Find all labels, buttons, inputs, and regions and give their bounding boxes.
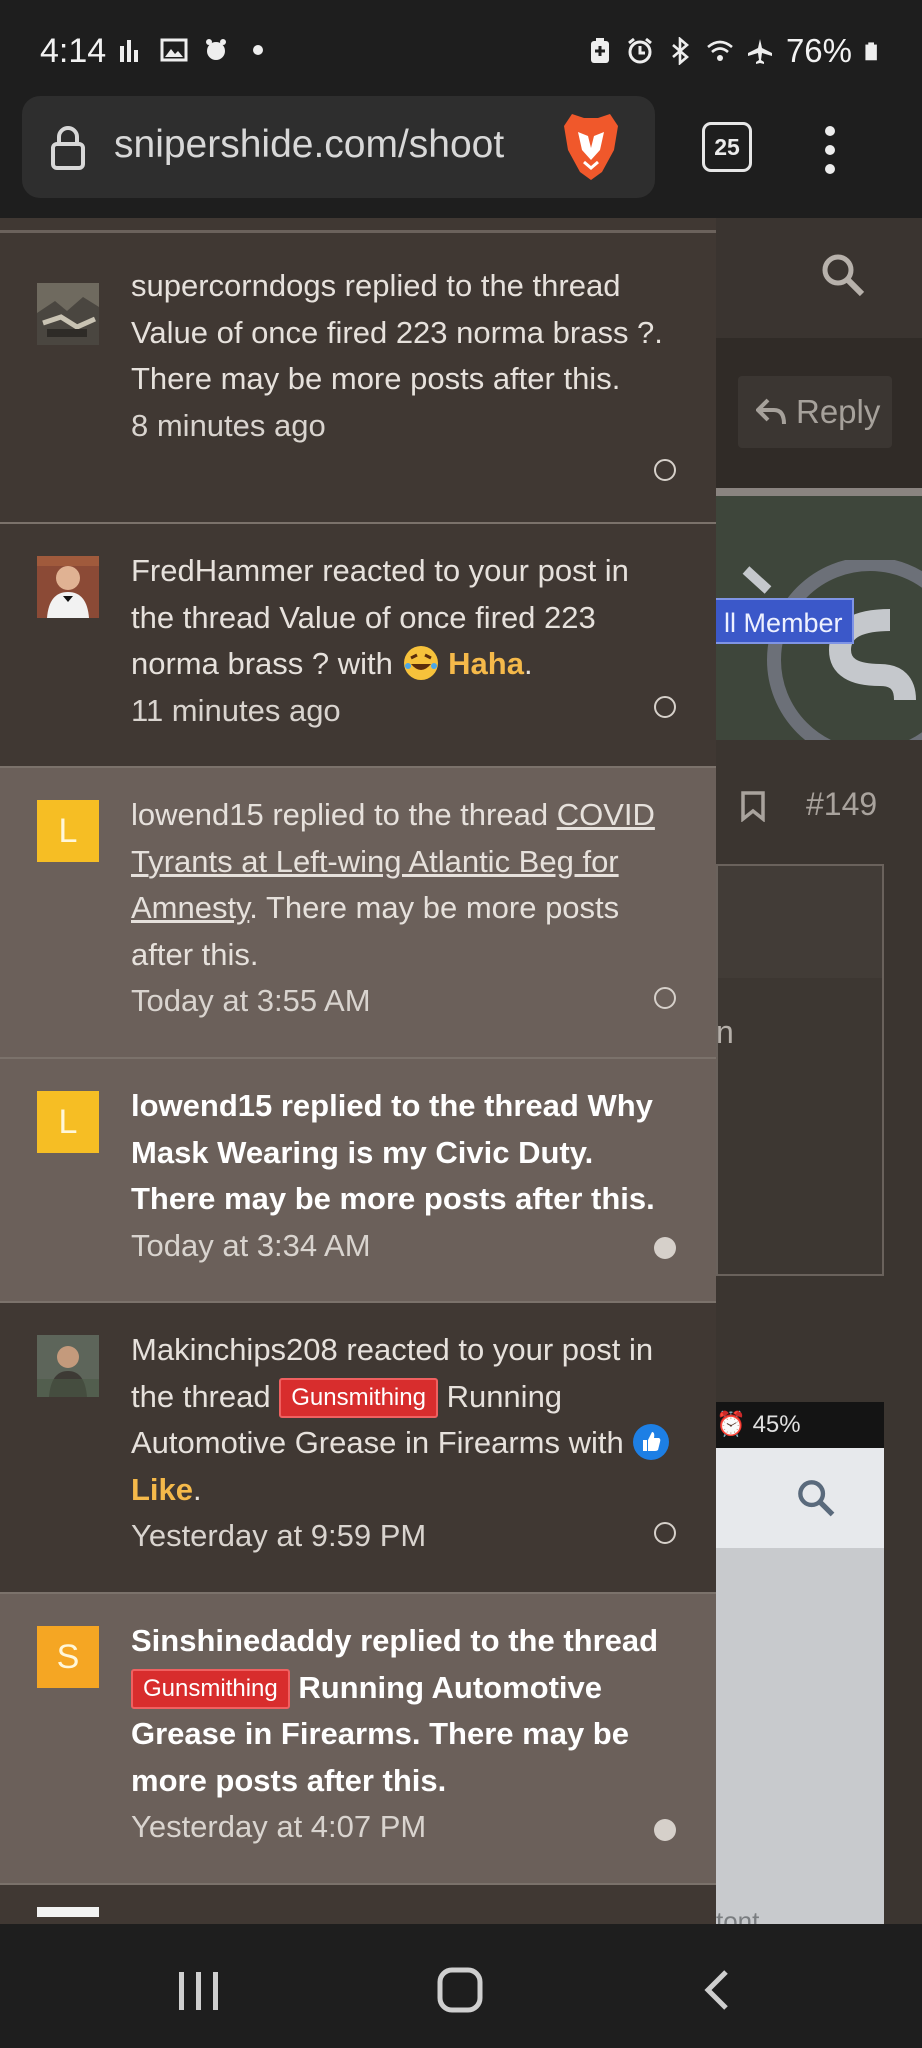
app-icon xyxy=(206,39,226,60)
bookmark-icon[interactable] xyxy=(740,790,766,822)
thumbs-up-icon xyxy=(633,1424,670,1460)
mark-read-toggle[interactable] xyxy=(654,696,676,718)
lock-icon[interactable] xyxy=(50,124,86,170)
screen: { "status_bar": { "time": "4:14", "batte… xyxy=(0,0,922,2048)
wifi-icon xyxy=(707,40,733,61)
airplane-icon xyxy=(747,39,772,64)
notification-item[interactable]: FredHammer reacted to your post in the t… xyxy=(0,524,716,768)
notification-message: Sinshinedaddy replied to the thread xyxy=(131,1623,659,1658)
bluetooth-icon xyxy=(672,37,689,65)
notification-text[interactable]: lowend15 replied to the thread Why Mask … xyxy=(131,1083,676,1269)
notification-time: Today at 3:34 AM xyxy=(131,1227,371,1263)
home-icon[interactable] xyxy=(436,1966,484,2014)
notification-time: 11 minutes ago xyxy=(131,692,341,728)
brave-lion-icon[interactable] xyxy=(562,110,620,182)
reaction-label: Like xyxy=(131,1471,194,1507)
notification-text[interactable]: Sinshinedaddy replied to the thread Guns… xyxy=(131,1618,676,1851)
alerts-panel: supercorndogs replied to the thread Valu… xyxy=(0,218,716,1924)
notification-text[interactable]: Makinchips208 reacted to your post in th… xyxy=(131,1327,676,1560)
notification-time: Yesterday at 4:07 PM xyxy=(131,1809,427,1844)
mark-read-toggle[interactable] xyxy=(654,987,676,1009)
notification-item[interactable]: S Sinshinedaddy replied to the thread Gu… xyxy=(0,1594,716,1885)
battery-saver-icon xyxy=(590,38,609,63)
partial-avatar xyxy=(37,1907,99,1917)
address-bar[interactable]: snipershide.com/shoot xyxy=(22,96,655,198)
alarm-icon xyxy=(628,37,652,64)
notification-message: FredHammer reacted to your post in the t… xyxy=(131,553,629,681)
notification-item[interactable]: Makinchips208 reacted to your post in th… xyxy=(0,1303,716,1594)
url-text[interactable]: snipershide.com/shoot xyxy=(114,123,569,167)
notification-item[interactable]: supercorndogs replied to the thread Valu… xyxy=(0,233,716,524)
tabs-button[interactable]: 25 xyxy=(702,122,752,172)
post-number[interactable]: #149 xyxy=(806,786,877,823)
notification-message: supercorndogs replied to the thread Valu… xyxy=(131,268,663,396)
notification-text[interactable]: lowend15 replied to the thread COVID Tyr… xyxy=(131,792,676,1025)
status-time: 4:14 xyxy=(40,32,107,70)
mark-read-toggle[interactable] xyxy=(654,1522,676,1544)
navigation-bar xyxy=(0,1924,922,2048)
battery-icon xyxy=(865,42,877,61)
embedded-status-bar: ⏰ 45% xyxy=(710,1402,884,1448)
site-logo-icon xyxy=(742,560,922,740)
notification-time: Today at 3:55 AM xyxy=(131,983,371,1018)
background-divider xyxy=(716,488,922,496)
status-bar: 4:14 76% xyxy=(0,0,922,96)
fredhammer-avatar[interactable] xyxy=(37,556,99,618)
notification-item[interactable]: L lowend15 replied to the thread COVID T… xyxy=(0,768,716,1059)
notification-time: 8 minutes ago xyxy=(131,407,326,443)
mark-unread-toggle[interactable] xyxy=(654,1237,676,1259)
embedded-search-icon xyxy=(798,1480,835,1517)
embedded-battery: 45% xyxy=(752,1411,801,1438)
notification-punctuation: . xyxy=(193,1471,202,1507)
post-text-fragment: n xyxy=(716,1014,734,1050)
search-icon[interactable] xyxy=(820,252,866,298)
mark-unread-toggle[interactable] xyxy=(654,1819,676,1841)
supercorndogs-avatar[interactable] xyxy=(37,283,99,345)
recents-icon[interactable] xyxy=(176,1970,222,2012)
notification-time: Yesterday at 9:59 PM xyxy=(131,1518,427,1553)
battery-percent: 76% xyxy=(785,32,852,69)
notification-punctuation: . xyxy=(523,646,533,681)
laughing-emoji-icon xyxy=(403,646,438,680)
gallery-icon xyxy=(160,38,188,62)
reply-label: Reply xyxy=(796,393,881,430)
embedded-alarm-icon: ⏰ xyxy=(716,1411,753,1438)
notification-item-partial[interactable] xyxy=(0,1885,716,1924)
notification-message: lowend15 replied to the thread xyxy=(131,797,557,832)
lowend15-avatar[interactable]: L xyxy=(37,800,99,862)
reply-arrow-icon xyxy=(756,398,786,425)
sinshinedaddy-avatar[interactable]: S xyxy=(37,1626,99,1688)
makinchips208-avatar[interactable] xyxy=(37,1335,99,1397)
back-icon[interactable] xyxy=(702,1968,732,2012)
signal-bars-icon xyxy=(120,40,138,62)
notification-message: lowend15 replied to the thread Why Mask … xyxy=(131,1088,655,1216)
background-header xyxy=(700,218,922,338)
more-vert-icon[interactable] xyxy=(815,124,845,176)
notification-text[interactable]: FredHammer reacted to your post in the t… xyxy=(131,548,676,734)
notification-text[interactable]: supercorndogs replied to the thread Valu… xyxy=(131,263,676,449)
reply-button[interactable]: Reply xyxy=(738,376,892,448)
quote-box-header xyxy=(718,866,882,978)
gunsmithing-prefix[interactable]: Gunsmithing xyxy=(131,1668,290,1709)
lowend15-avatar[interactable]: L xyxy=(37,1091,99,1153)
dot-icon xyxy=(253,45,263,55)
gunsmithing-prefix[interactable]: Gunsmithing xyxy=(279,1377,438,1418)
reaction-label: Haha xyxy=(448,646,524,681)
member-badge: ll Member xyxy=(700,598,854,644)
notification-item[interactable]: L lowend15 replied to the thread Why Mas… xyxy=(0,1059,716,1303)
mark-read-toggle[interactable] xyxy=(654,459,676,481)
